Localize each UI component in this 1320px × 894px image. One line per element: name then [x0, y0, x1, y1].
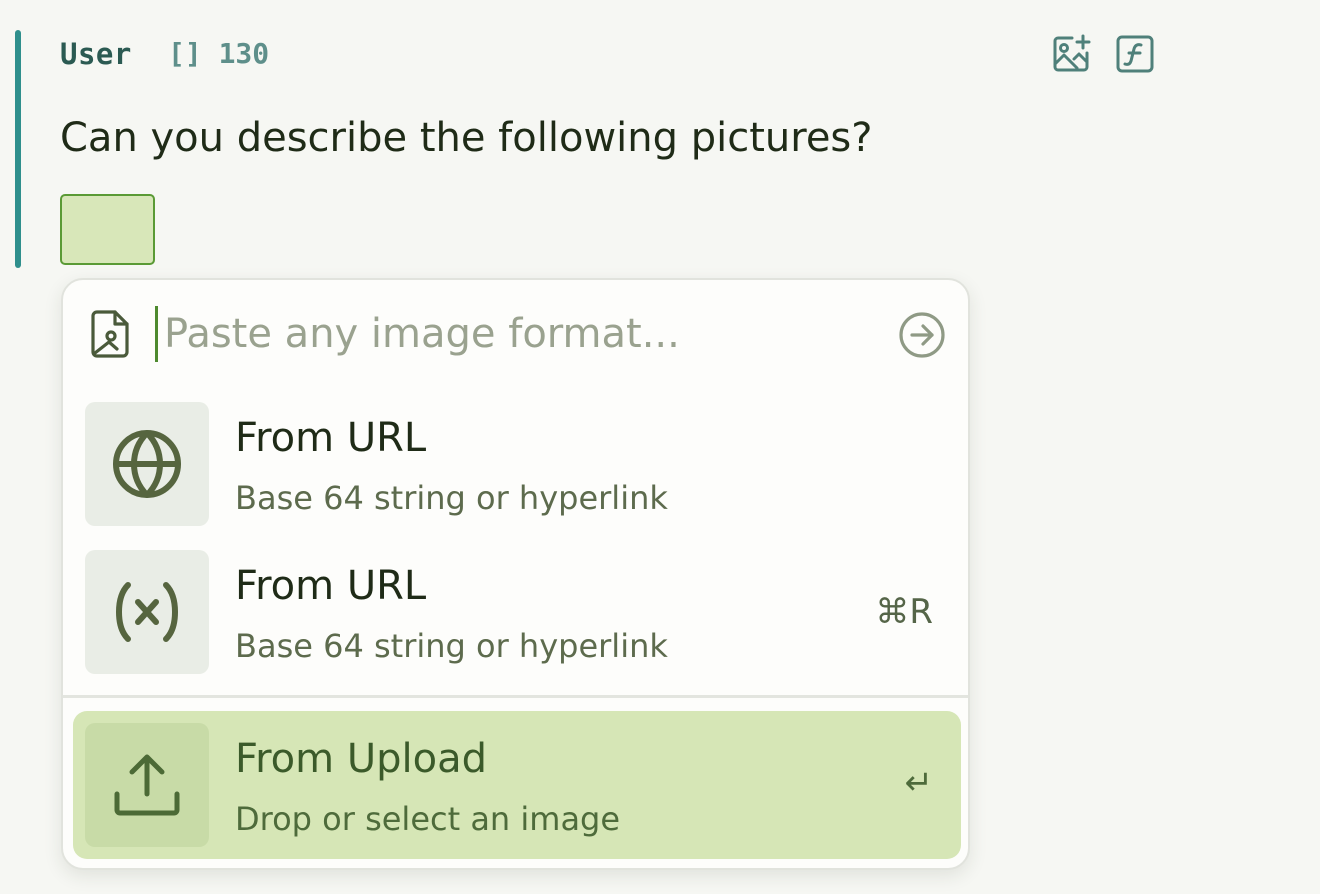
- arrow-right-circle-icon[interactable]: [898, 311, 946, 359]
- variable-icon: [116, 582, 178, 642]
- menu-item-title: From URL: [235, 415, 427, 461]
- globe-icon: [113, 430, 181, 498]
- function-button[interactable]: [1114, 33, 1156, 75]
- enter-key-icon: ↵: [904, 763, 934, 803]
- menu-item-from-upload[interactable]: From Upload Drop or select an image ↵: [73, 711, 961, 859]
- message-actions: [1050, 33, 1156, 75]
- upload-icon: [114, 754, 180, 816]
- menu-item-subtitle: Drop or select an image: [235, 800, 621, 838]
- message-role-label: User: [60, 37, 132, 71]
- keyboard-shortcut: ⌘R: [875, 592, 933, 632]
- image-plus-icon: [1053, 34, 1091, 72]
- image-picker-popover: From URL Base 64 string or hyperlink Fro…: [61, 278, 970, 870]
- menu-item-title: From URL: [235, 563, 427, 609]
- menu-divider: [63, 695, 968, 698]
- image-url-input[interactable]: [155, 306, 875, 362]
- menu-item-from-variable[interactable]: From URL Base 64 string or hyperlink ⌘R: [85, 550, 947, 674]
- menu-item-subtitle: Base 64 string or hyperlink: [235, 627, 668, 665]
- menu-item-icon-box: [85, 723, 209, 847]
- add-image-button[interactable]: [1050, 33, 1092, 75]
- menu-item-icon-box: [85, 550, 209, 674]
- message-accent-bar: [15, 30, 21, 268]
- image-attachment-thumbnail[interactable]: [60, 194, 155, 265]
- menu-item-from-url[interactable]: From URL Base 64 string or hyperlink: [85, 402, 947, 526]
- file-image-icon: [91, 310, 129, 358]
- image-search-row: [63, 280, 968, 392]
- menu-item-icon-box: [85, 402, 209, 526]
- message-meta: [] 130: [168, 37, 270, 70]
- message-text: Can you describe the following pictures?: [60, 115, 873, 161]
- function-icon: [1116, 35, 1154, 73]
- menu-item-subtitle: Base 64 string or hyperlink: [235, 479, 668, 517]
- menu-item-title: From Upload: [235, 736, 487, 782]
